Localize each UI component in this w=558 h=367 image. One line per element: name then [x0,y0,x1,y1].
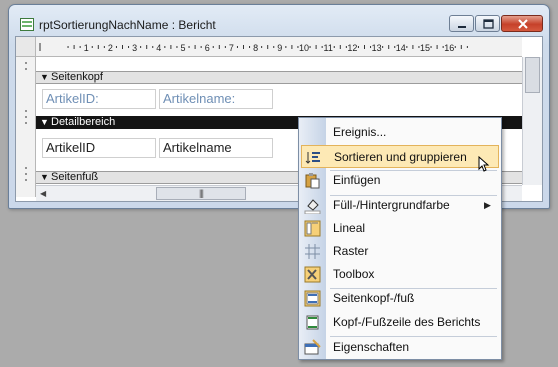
window-title: rptSortierungNachName : Bericht [39,18,216,32]
menu-item-lineal[interactable]: Lineal [301,217,499,240]
report-header-footer-icon [306,315,319,330]
vertical-ruler[interactable] [16,57,36,197]
menu-item-raster[interactable]: Raster [301,240,499,263]
menu-item-eigenschaften[interactable]: Eigenschaften [301,336,499,359]
section-label: Detailbereich [51,116,116,128]
section-arrow-icon: ▼ [40,117,49,127]
section-arrow-icon: ▼ [40,172,49,182]
menu-item-fuell-hintergrundfarbe[interactable]: Füll-/Hintergrundfarbe ▶ [301,194,499,217]
ruler-corner[interactable] [16,37,36,57]
ruler-number: 3 [132,43,137,53]
close-icon [518,19,528,29]
maximize-button[interactable] [475,15,500,32]
menu-item-ereignis[interactable]: Ereignis... [301,121,499,144]
ruler-number: 8 [253,43,258,53]
section-bar-page-header[interactable]: ▼ Seitenkopf [36,71,522,84]
minimize-icon [458,26,466,28]
submenu-arrow-icon: ▶ [484,200,491,210]
grid-icon [305,244,320,259]
context-menu: Ereignis... Sortieren und gruppieren Ein… [298,117,502,360]
horizontal-scroll-thumb[interactable]: ||| [156,187,246,200]
menu-item-label: Eigenschaften [333,340,410,354]
sort-group-icon [305,152,320,164]
paste-icon [305,173,320,189]
section-label: Seitenkopf [51,71,103,83]
menu-item-label: Einfügen [333,173,381,187]
ruler-number: 2 [108,43,113,53]
menu-item-label: Raster [333,244,369,258]
ruler-number: 1 [84,43,89,53]
ruler-number: 9 [277,43,282,53]
field-artikelid[interactable]: ArtikelID [42,138,156,158]
menu-item-sortieren-und-gruppieren[interactable]: Sortieren und gruppieren [301,145,499,168]
toolbox-icon [304,266,321,283]
section-arrow-icon: ▼ [40,72,49,82]
menu-item-label: Toolbox [333,267,375,281]
menu-item-label: Ereignis... [333,125,387,139]
page-header-footer-icon [304,290,321,307]
ruler-number: 14 [396,43,406,53]
ruler-number: 12 [347,43,357,53]
maximize-icon [483,19,494,29]
menu-item-label: Kopf-/Fußzeile des Berichts [333,315,481,329]
mouse-cursor-icon [478,156,490,172]
menu-item-seitenkopf-fuss[interactable]: Seitenkopf-/fuß [301,287,499,310]
scroll-left-icon[interactable]: ◀ [40,189,46,198]
menu-item-label: Seitenkopf-/fuß [333,291,415,305]
minimize-button[interactable] [449,15,474,32]
ruler-number: 4 [156,43,161,53]
ruler-number: 7 [229,43,234,53]
vertical-scrollbar[interactable] [522,57,542,185]
horizontal-ruler[interactable]: 1 2 3 4 5 6 7 8 9 10 11 12 13 14 15 16 [36,37,522,57]
ruler-icon [304,220,321,237]
ruler-number: 15 [420,43,430,53]
label-artikelname[interactable]: Artikelname: [159,89,273,109]
close-button[interactable] [501,15,543,32]
menu-item-einfuegen[interactable]: Einfügen [301,169,499,192]
menu-item-label: Füll-/Hintergrundfarbe [333,198,450,212]
menu-item-kopf-fusszeile-des-berichts[interactable]: Kopf-/Fußzeile des Berichts [301,311,499,334]
menu-item-label: Lineal [333,221,366,235]
ruler-number: 5 [180,43,185,53]
menu-item-label: Sortieren und gruppieren [334,150,467,164]
section-label: Seitenfuß [51,171,99,183]
ruler-number: 10 [299,43,309,53]
report-icon [20,18,34,31]
ruler-number: 11 [324,43,333,53]
ruler-number: 13 [372,43,382,53]
menu-item-toolbox[interactable]: Toolbox [301,263,499,286]
properties-icon [304,339,321,355]
field-artikelname[interactable]: Artikelname [159,138,273,158]
ruler-number: 6 [205,43,210,53]
label-artikelid[interactable]: ArtikelID: [42,89,156,109]
ruler-number: 16 [444,43,454,53]
page-header-band[interactable]: ArtikelID: Artikelname: [36,84,522,116]
vertical-scroll-thumb[interactable] [525,57,540,93]
fill-color-icon [304,199,321,214]
